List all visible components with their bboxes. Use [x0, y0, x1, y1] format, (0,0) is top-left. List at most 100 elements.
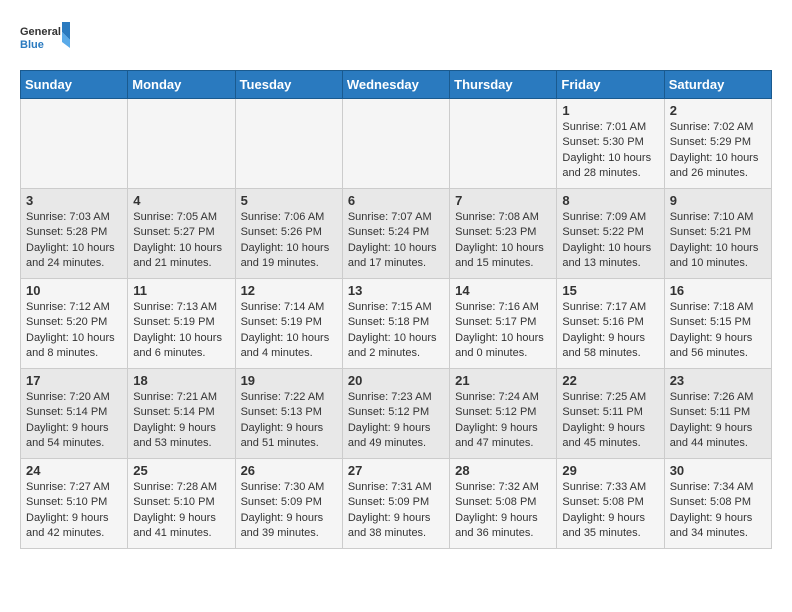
day-number: 16	[670, 283, 766, 298]
calendar-cell	[235, 99, 342, 189]
cell-content: Sunrise: 7:34 AMSunset: 5:08 PMDaylight:…	[670, 480, 766, 542]
day-number: 17	[26, 373, 122, 388]
cell-content: Sunrise: 7:07 AM Sunset: 5:24 PM Daylight:…	[348, 210, 444, 272]
daylight-text: Daylight: 9 hours and 49 minutes.	[348, 422, 431, 449]
sunrise-text: Sunrise: 7:07 AM	[348, 211, 432, 223]
daylight-text: Daylight: 10 hours and 15 minutes.	[455, 242, 544, 269]
daylight-text: Daylight: 9 hours and 41 minutes.	[133, 512, 216, 539]
sunset-text: Sunset: 5:22 PM	[562, 226, 643, 238]
cell-content: Sunrise: 7:09 AMSunset: 5:22 PMDaylight:…	[562, 210, 658, 272]
day-number: 25	[133, 463, 229, 478]
calendar-cell: 29Sunrise: 7:33 AMSunset: 5:08 PMDayligh…	[557, 459, 664, 549]
cell-content: Sunrise: 7:32 AMSunset: 5:08 PMDaylight:…	[455, 480, 551, 542]
sunrise-text: Sunrise: 7:26 AM	[670, 391, 754, 403]
weekday-header-tuesday: Tuesday	[235, 71, 342, 99]
calendar-cell: 22Sunrise: 7:25 AMSunset: 5:11 PMDayligh…	[557, 369, 664, 459]
daylight-text: Daylight: 10 hours and 8 minutes.	[26, 332, 115, 359]
sunset-text: Sunset: 5:10 PM	[26, 496, 107, 508]
sunrise-text: Sunrise: 7:03 AM	[26, 211, 110, 223]
weekday-header-wednesday: Wednesday	[342, 71, 449, 99]
cell-content: Sunrise: 7:13 AMSunset: 5:19 PMDaylight:…	[133, 300, 229, 362]
calendar-week-row: 3Sunrise: 7:03 AMSunset: 5:28 PMDaylight…	[21, 189, 772, 279]
calendar-cell: 5Sunrise: 7:06 AMSunset: 5:26 PMDaylight…	[235, 189, 342, 279]
cell-content: Sunrise: 7:33 AMSunset: 5:08 PMDaylight:…	[562, 480, 658, 542]
weekday-header-row: SundayMondayTuesdayWednesdayThursdayFrid…	[21, 71, 772, 99]
sunrise-text: Sunrise: 7:14 AM	[241, 301, 325, 313]
day-number: 8	[562, 193, 658, 208]
calendar-cell: 25 Sunrise: 7:28 AMSunset: 5:10 PMDayligh…	[128, 459, 235, 549]
day-number: 11	[133, 283, 229, 298]
cell-content: Sunrise: 7:20 AM Sunset: 5:14 PM Daylight:…	[26, 390, 122, 452]
calendar-cell: 11 Sunrise: 7:13 AMSunset: 5:19 PMDayligh…	[128, 279, 235, 369]
page-header: General Blue	[20, 20, 772, 60]
daylight-text: Daylight: 10 hours and 2 minutes.	[348, 332, 437, 359]
day-number: 18	[133, 373, 229, 388]
calendar-cell: 8 Sunrise: 7:09 AMSunset: 5:22 PMDaylight…	[557, 189, 664, 279]
calendar-cell: 3Sunrise: 7:03 AMSunset: 5:28 PMDaylight…	[21, 189, 128, 279]
cell-content: Sunrise: 7:08 AMSunset: 5:23 PMDaylight:…	[455, 210, 551, 272]
sunset-text: Sunset: 5:14 PM	[26, 406, 107, 418]
day-number: 23	[670, 373, 766, 388]
cell-content: Sunrise: 7:21 AMSunset: 5:14 PMDaylight:…	[133, 390, 229, 452]
day-number: 30	[670, 463, 766, 478]
sunset-text: Sunset: 5:18 PM	[348, 316, 429, 328]
sunrise-text: Sunrise: 7:12 AM	[26, 301, 110, 313]
calendar-cell: 21Sunrise: 7:24 AMSunset: 5:12 PMDayligh…	[450, 369, 557, 459]
weekday-header-sunday: Sunday	[21, 71, 128, 99]
calendar-cell: 2Sunrise: 7:02 AMSunset: 5:29 PMDaylight…	[664, 99, 771, 189]
day-number: 20	[348, 373, 444, 388]
sunset-text: Sunset: 5:19 PM	[241, 316, 322, 328]
daylight-text: Daylight: 10 hours and 17 minutes.	[348, 242, 437, 269]
calendar-cell: 24Sunrise: 7:27 AMSunset: 5:10 PMDayligh…	[21, 459, 128, 549]
cell-content: Sunrise: 7:28 AMSunset: 5:10 PMDaylight:…	[133, 480, 229, 542]
sunrise-text: Sunrise: 7:13 AM	[133, 301, 217, 313]
calendar-cell: 18 Sunrise: 7:21 AMSunset: 5:14 PMDayligh…	[128, 369, 235, 459]
daylight-text: Daylight: 10 hours and 24 minutes.	[26, 242, 115, 269]
sunset-text: Sunset: 5:30 PM	[562, 136, 643, 148]
day-number: 15	[562, 283, 658, 298]
cell-content: Sunrise: 7:30 AMSunset: 5:09 PMDaylight:…	[241, 480, 337, 542]
day-number: 1	[562, 103, 658, 118]
calendar-cell	[450, 99, 557, 189]
daylight-text: Daylight: 9 hours and 39 minutes.	[241, 512, 324, 539]
calendar-cell: 14Sunrise: 7:16 AMSunset: 5:17 PMDayligh…	[450, 279, 557, 369]
cell-content: Sunrise: 7:15 AMSunset: 5:18 PMDaylight:…	[348, 300, 444, 362]
weekday-header-thursday: Thursday	[450, 71, 557, 99]
sunset-text: Sunset: 5:17 PM	[455, 316, 536, 328]
sunset-text: Sunset: 5:24 PM	[348, 226, 429, 238]
sunrise-text: Sunrise: 7:10 AM	[670, 211, 754, 223]
sunrise-text: Sunrise: 7:20 AM	[26, 391, 110, 403]
day-number: 14	[455, 283, 551, 298]
calendar-cell: 26Sunrise: 7:30 AMSunset: 5:09 PMDayligh…	[235, 459, 342, 549]
sunset-text: Sunset: 5:12 PM	[348, 406, 429, 418]
day-number: 22	[562, 373, 658, 388]
sunrise-text: Sunrise: 7:17 AM	[562, 301, 646, 313]
sunrise-text: Sunrise: 7:05 AM	[133, 211, 217, 223]
cell-content: Sunrise: 7:27 AMSunset: 5:10 PMDaylight:…	[26, 480, 122, 542]
cell-content: Sunrise: 7:01 AMSunset: 5:30 PMDaylight:…	[562, 120, 658, 182]
daylight-text: Daylight: 9 hours and 54 minutes.	[26, 422, 109, 449]
calendar-week-row: 17 Sunrise: 7:20 AM Sunset: 5:14 PM Dayligh…	[21, 369, 772, 459]
calendar-cell	[21, 99, 128, 189]
cell-content: Sunrise: 7:22 AMSunset: 5:13 PMDaylight:…	[241, 390, 337, 452]
sunrise-text: Sunrise: 7:16 AM	[455, 301, 539, 313]
daylight-text: Daylight: 9 hours and 56 minutes.	[670, 332, 753, 359]
weekday-header-monday: Monday	[128, 71, 235, 99]
calendar-cell: 4Sunrise: 7:05 AMSunset: 5:27 PMDaylight…	[128, 189, 235, 279]
calendar-week-row: 24Sunrise: 7:27 AMSunset: 5:10 PMDayligh…	[21, 459, 772, 549]
calendar-cell: 6Sunrise: 7:07 AMSunset: 5:24 PMDaylight…	[342, 189, 449, 279]
cell-content: Sunrise: 7:02 AMSunset: 5:29 PMDaylight:…	[670, 120, 766, 182]
calendar-cell: 10Sunrise: 7:12 AMSunset: 5:20 PMDayligh…	[21, 279, 128, 369]
sunrise-text: Sunrise: 7:08 AM	[455, 211, 539, 223]
daylight-text: Daylight: 10 hours and 10 minutes.	[670, 242, 759, 269]
sunset-text: Sunset: 5:11 PM	[670, 406, 751, 418]
sunrise-text: Sunrise: 7:22 AM	[241, 391, 325, 403]
sunset-text: Sunset: 5:11 PM	[562, 406, 643, 418]
daylight-text: Daylight: 10 hours and 26 minutes.	[670, 152, 759, 179]
calendar-cell: 15Sunrise: 7:17 AMSunset: 5:16 PMDayligh…	[557, 279, 664, 369]
day-number: 12	[241, 283, 337, 298]
sunset-text: Sunset: 5:20 PM	[26, 316, 107, 328]
cell-content: Sunrise: 7:03 AMSunset: 5:28 PMDaylight:…	[26, 210, 122, 272]
calendar-cell: 28Sunrise: 7:32 AMSunset: 5:08 PMDayligh…	[450, 459, 557, 549]
sunset-text: Sunset: 5:13 PM	[241, 406, 322, 418]
